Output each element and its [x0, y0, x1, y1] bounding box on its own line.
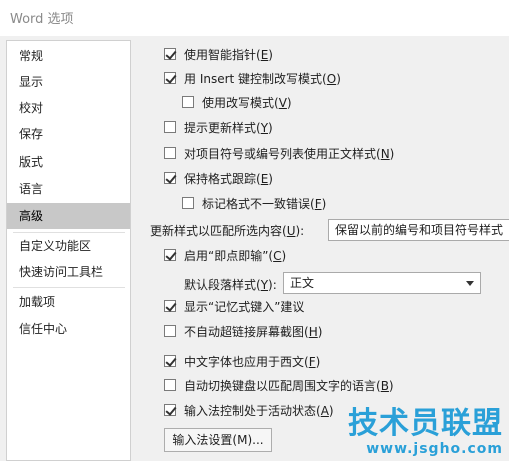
normal-style-lists-checkbox[interactable]	[164, 147, 176, 159]
no-hyperlink-screenshot-checkbox[interactable]	[164, 325, 176, 337]
autocomplete-checkbox[interactable]	[164, 300, 176, 312]
window-title: Word 选项	[10, 12, 74, 27]
sidebar-divider	[13, 287, 125, 288]
watermark-logo: 技术员联盟 www.jsgho.com	[348, 406, 503, 458]
click-and-type-checkbox[interactable]	[164, 249, 176, 261]
watermark-main-text: 技术员联盟	[348, 406, 503, 441]
advanced-options-panel: 使用智能指针(E) 用 Insert 键控制改写模式(O) 使用改写模式(V) …	[136, 40, 509, 461]
update-style-match-value: 保留以前的编号和项目符号样式	[335, 223, 504, 237]
default-paragraph-style-value: 正文	[290, 276, 315, 290]
update-style-match-label: 更新样式以匹配所选内容(U):	[150, 224, 305, 238]
chevron-down-icon	[466, 281, 474, 286]
update-style-match-select[interactable]: 保留以前的编号和项目符号样式	[328, 219, 509, 241]
insert-key-checkbox[interactable]	[164, 72, 176, 84]
auto-keyboard-checkbox[interactable]	[164, 379, 176, 391]
sidebar-item-save[interactable]: 保存	[7, 121, 130, 147]
mark-format-inconsistency-checkbox[interactable]	[182, 197, 194, 209]
title-bar: Word 选项	[0, 0, 509, 36]
sidebar-item-display[interactable]: 显示	[7, 69, 130, 95]
overtype-mode-checkbox[interactable]	[182, 96, 194, 108]
cjk-font-western-checkbox[interactable]	[164, 355, 176, 367]
prompt-update-style-checkbox[interactable]	[164, 121, 176, 133]
sidebar-item-quick-access-toolbar[interactable]: 快速访问工具栏	[7, 259, 130, 285]
sidebar-item-trust-center[interactable]: 信任中心	[7, 316, 130, 342]
watermark-url-text: www.jsgho.com	[366, 441, 503, 457]
sidebar-item-customize-ribbon[interactable]: 自定义功能区	[7, 233, 130, 259]
keep-format-checkbox[interactable]	[164, 172, 176, 184]
sidebar-item-advanced[interactable]: 高级	[7, 203, 130, 229]
default-paragraph-style-label: 默认段落样式(Y):	[184, 278, 277, 292]
sidebar-item-general[interactable]: 常规	[7, 43, 130, 69]
sidebar-item-proofing[interactable]: 校对	[7, 95, 130, 121]
sidebar-item-language[interactable]: 语言	[7, 176, 130, 202]
sidebar-item-add-ins[interactable]: 加载项	[7, 289, 130, 315]
ime-settings-button[interactable]: 输入法设置(M)...	[164, 428, 272, 452]
default-paragraph-style-select[interactable]: 正文	[283, 272, 481, 294]
smart-pointer-checkbox[interactable]	[164, 48, 176, 60]
category-sidebar: 常规 显示 校对 保存 版式 语言 高级 自定义功能区 快速访问工具栏 加载项 …	[6, 40, 131, 461]
ime-control-checkbox[interactable]	[164, 404, 176, 416]
sidebar-item-layout[interactable]: 版式	[7, 149, 130, 175]
